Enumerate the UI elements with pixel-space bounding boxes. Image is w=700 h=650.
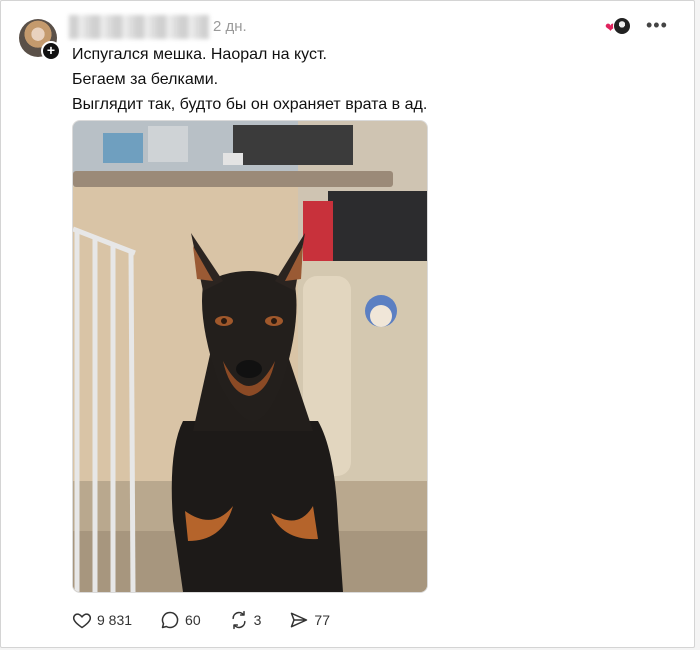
comment-button[interactable]: 60 <box>160 610 201 630</box>
like-count: 9 831 <box>97 612 133 628</box>
reactors-avatars[interactable]: ❤ <box>605 17 631 35</box>
share-count: 77 <box>314 612 330 628</box>
more-options-icon[interactable]: ••• <box>646 15 668 36</box>
post-text-line: Выглядит так, будто бы он охраняет врата… <box>72 96 428 113</box>
doberman-photo <box>73 121 427 592</box>
heart-outline-icon <box>72 613 92 629</box>
post-text-line: Испугался мешка. Наорал на куст. <box>72 46 327 63</box>
post-photo[interactable] <box>72 120 428 593</box>
post-actions: 9 831 60 3 77 <box>72 609 358 631</box>
post-card: + 2 дн. ❤ ••• Испугался мешка. Наорал на… <box>0 0 695 648</box>
post-time: 2 дн. <box>213 18 247 35</box>
like-button[interactable]: 9 831 <box>72 610 132 630</box>
author-username-blurred[interactable] <box>69 15 209 39</box>
repost-icon <box>232 610 246 630</box>
share-button[interactable]: 77 <box>289 610 330 630</box>
repost-count: 3 <box>253 612 262 628</box>
send-icon <box>291 612 308 628</box>
repost-button[interactable]: 3 <box>229 610 262 630</box>
post-text: Испугался мешка. Наорал на куст. Бегаем … <box>72 42 427 117</box>
follow-plus-icon[interactable]: + <box>41 41 61 61</box>
post-text-line: Бегаем за белками. <box>72 71 219 88</box>
comment-count: 60 <box>185 612 201 628</box>
comment-icon <box>161 611 179 629</box>
reactor-avatar <box>613 17 631 35</box>
author-avatar[interactable]: + <box>19 19 61 61</box>
